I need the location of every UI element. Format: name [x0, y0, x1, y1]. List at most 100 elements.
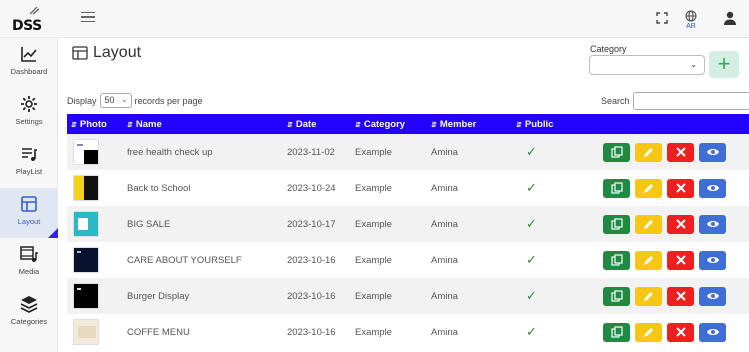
column-header-public[interactable]: ⇵ Public [516, 114, 603, 134]
column-header-date[interactable]: ⇵ Date [287, 114, 355, 134]
fullscreen-icon[interactable] [654, 10, 670, 26]
playlist-icon [22, 148, 37, 161]
edit-button[interactable] [635, 286, 662, 306]
page-title-text: Layout [93, 44, 142, 61]
pencil-icon [644, 147, 653, 157]
sidebar-item-dashboard[interactable]: Dashboard [0, 38, 58, 88]
edit-button[interactable] [635, 178, 662, 198]
gear-icon [21, 96, 37, 112]
language-switch[interactable]: AR [682, 10, 700, 30]
member-cell: Amina [431, 218, 458, 230]
close-icon [675, 147, 686, 157]
preview-button[interactable] [699, 142, 726, 162]
duplicate-button[interactable] [603, 178, 630, 198]
preview-button[interactable] [699, 322, 726, 342]
app-logo[interactable]: DSS [12, 6, 46, 34]
table-row: free health check up 2023-11-02 Example Ami… [67, 134, 749, 170]
table-row: BIG SALE 2023-10-17 Example Amina ✓ [67, 206, 749, 242]
media-icon [20, 246, 38, 262]
public-check-icon: ✓ [526, 180, 537, 195]
add-layout-button[interactable]: + [709, 51, 739, 78]
table-row: Burger Display 2023-10-16 Example Amina ✓ [67, 278, 749, 314]
name-cell: Back to School [127, 182, 191, 194]
delete-button[interactable] [667, 178, 694, 198]
preview-button[interactable] [699, 214, 726, 234]
duplicate-button[interactable] [603, 250, 630, 270]
sidebar-item-media[interactable]: Media [0, 238, 58, 288]
copy-icon [610, 146, 623, 158]
date-cell: 2023-10-16 [287, 290, 336, 302]
copy-icon [610, 218, 623, 230]
duplicate-button[interactable] [603, 214, 630, 234]
edit-button[interactable] [635, 250, 662, 270]
public-check-icon: ✓ [526, 144, 537, 159]
layout-thumbnail[interactable] [73, 175, 99, 201]
column-header-member[interactable]: ⇵ Member [431, 114, 516, 134]
sidebar-item-label: Categories [10, 317, 48, 326]
pencil-icon [644, 291, 653, 301]
eye-icon [706, 257, 719, 263]
preview-button[interactable] [699, 250, 726, 270]
top-bar: DSS AR [0, 0, 749, 38]
sidebar-item-label: Settings [15, 117, 43, 126]
duplicate-button[interactable] [603, 286, 630, 306]
logo-mark-icon [29, 6, 40, 15]
delete-button[interactable] [667, 142, 694, 162]
search-input[interactable] [633, 92, 749, 110]
sidebar-item-label: Layout [17, 217, 41, 226]
user-icon[interactable] [722, 10, 738, 26]
preview-button[interactable] [699, 286, 726, 306]
layout-thumbnail[interactable] [73, 283, 99, 309]
sidebar-item-categories[interactable]: Categories [0, 288, 58, 338]
close-icon [675, 291, 686, 301]
sidebar-item-label: Dashboard [10, 67, 48, 76]
chevron-down-icon: ⌄ [690, 60, 697, 69]
sidebar-item-label: PlayList [15, 167, 43, 176]
page-length-select[interactable]: 50 ⌄ [99, 93, 132, 108]
pencil-icon [644, 219, 653, 229]
actions-cell [603, 170, 749, 206]
photo-cell [67, 242, 127, 278]
photo-cell [67, 134, 127, 170]
menu-toggle-icon[interactable] [81, 12, 95, 24]
category-cell: Example [355, 218, 392, 230]
delete-button[interactable] [667, 214, 694, 234]
layout-thumbnail[interactable] [73, 319, 99, 345]
layout-thumbnail[interactable] [73, 211, 99, 237]
edit-button[interactable] [635, 214, 662, 234]
delete-button[interactable] [667, 250, 694, 270]
edit-button[interactable] [635, 142, 662, 162]
sidebar-item-settings[interactable]: Settings [0, 88, 58, 138]
delete-button[interactable] [667, 322, 694, 342]
main-content: Layout Category ⌄ + Display 50 ⌄ records… [64, 38, 749, 352]
copy-icon [610, 326, 623, 338]
layout-thumbnail[interactable] [73, 247, 99, 273]
page-length-control: Display 50 ⌄ records per page [67, 93, 203, 108]
photo-cell [67, 314, 127, 350]
photo-cell [67, 278, 127, 314]
duplicate-button[interactable] [603, 322, 630, 342]
table-row: CARE ABOUT YOURSELF 2023-10-16 Example Amin… [67, 242, 749, 278]
public-check-icon: ✓ [526, 252, 537, 267]
column-header-category[interactable]: ⇵ Category [355, 114, 431, 134]
close-icon [675, 327, 686, 337]
sidebar-item-label: Media [18, 267, 40, 276]
search-label: Search [601, 96, 630, 106]
edit-button[interactable] [635, 322, 662, 342]
display-label: Display [67, 95, 97, 106]
sidebar-item-layout[interactable]: Layout [0, 188, 58, 238]
column-header-photo[interactable]: ⇵ Photo [67, 114, 127, 134]
duplicate-button[interactable] [603, 142, 630, 162]
preview-button[interactable] [699, 178, 726, 198]
column-header-name[interactable]: ⇵ Name [127, 114, 287, 134]
actions-cell [603, 242, 749, 278]
actions-cell [603, 206, 749, 242]
category-cell: Example [355, 290, 392, 302]
sidebar-item-playlist[interactable]: PlayList [0, 138, 58, 188]
layout-thumbnail[interactable] [73, 139, 99, 165]
close-icon [675, 219, 686, 229]
public-check-icon: ✓ [526, 216, 537, 231]
category-select[interactable]: ⌄ [589, 55, 705, 75]
date-cell: 2023-11-02 [287, 146, 335, 158]
delete-button[interactable] [667, 286, 694, 306]
